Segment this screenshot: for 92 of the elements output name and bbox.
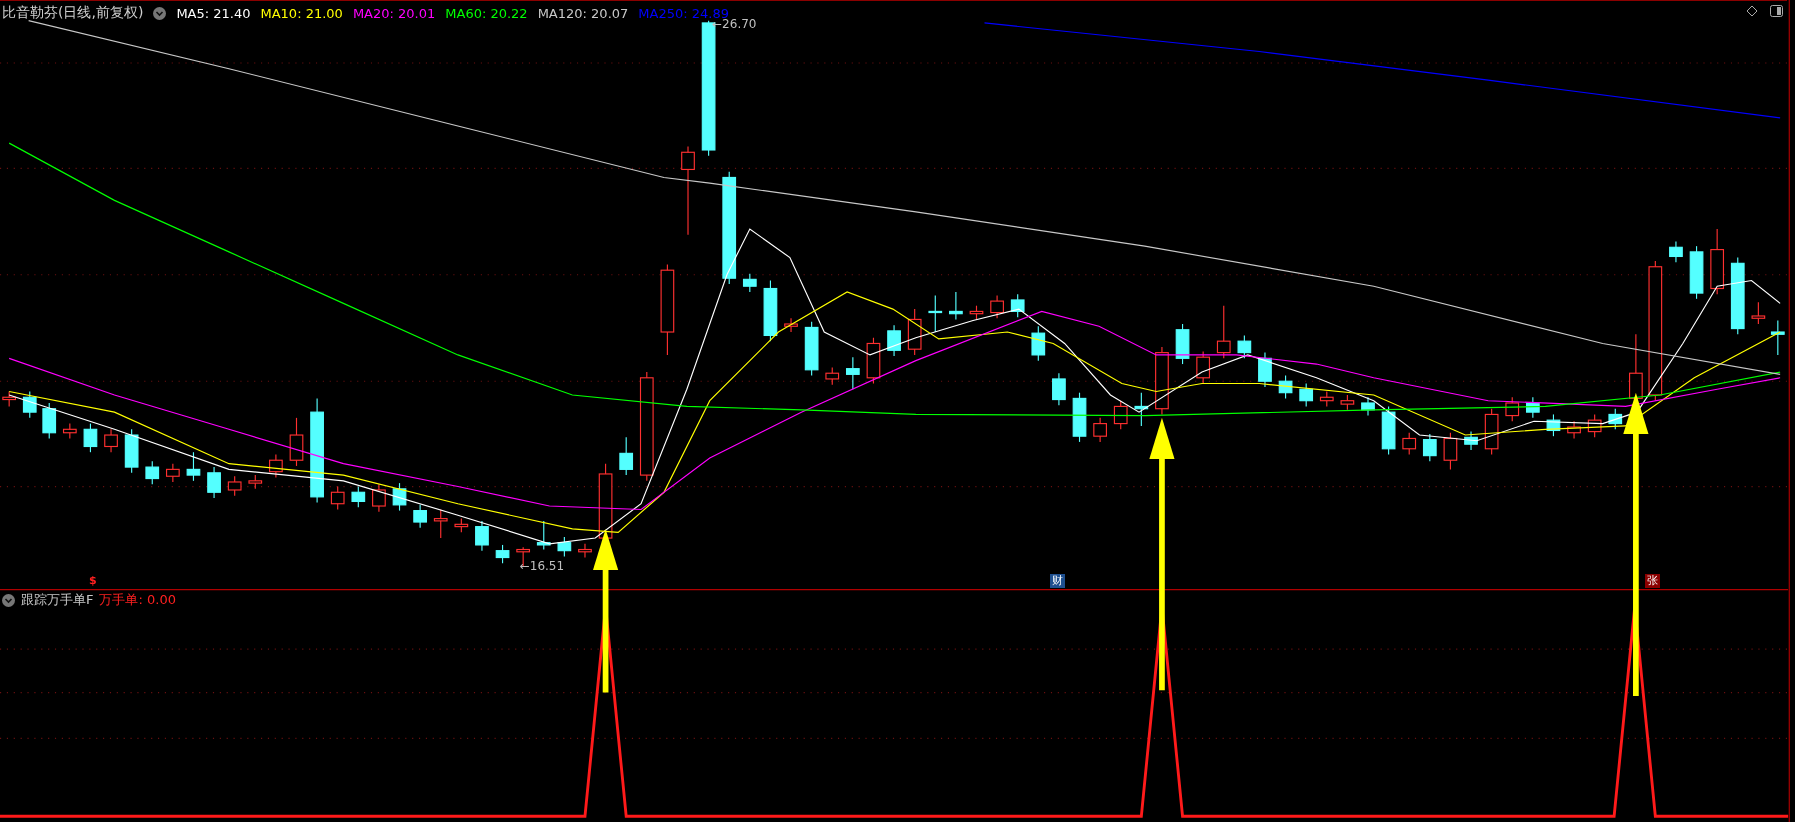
moving-average-legend: MA5: 21.40	[176, 5, 251, 21]
candlestick	[825, 366, 840, 386]
candlestick	[62, 423, 77, 440]
moving-average-legend: MA60: 20.22	[445, 5, 528, 21]
candlestick	[1113, 400, 1128, 430]
candlestick	[495, 544, 510, 564]
candlestick	[207, 466, 221, 499]
candlestick	[846, 356, 860, 390]
candlestick	[454, 518, 469, 533]
candlestick	[1608, 408, 1623, 430]
candlestick	[83, 423, 98, 453]
candlestick	[1175, 323, 1190, 365]
candlestick	[619, 436, 634, 476]
price-label: ←26.70	[712, 17, 757, 32]
chart-marker: 财	[1049, 573, 1065, 588]
candlestick	[1689, 245, 1704, 300]
dropdown-icon[interactable]	[2, 593, 15, 607]
candlestick	[1196, 350, 1210, 385]
candlestick	[186, 451, 201, 482]
candlestick	[1031, 325, 1046, 362]
candlestick	[1567, 420, 1581, 440]
candlestick	[1484, 408, 1499, 456]
candlestick	[124, 428, 139, 474]
candlestick	[1134, 392, 1149, 427]
indicator-title: 跟踪万手单F	[21, 591, 94, 609]
candlestick	[557, 536, 572, 557]
candlestick	[351, 486, 366, 508]
chart-title: 比音勒芬(日线,前复权)	[2, 4, 144, 22]
moving-average-legend: MA10: 21.00	[260, 5, 343, 21]
candlestick	[1319, 390, 1334, 407]
candlestick	[1464, 431, 1478, 451]
chart-marker: 张	[1645, 573, 1661, 588]
candlestick	[1299, 382, 1314, 407]
diamond-icon[interactable]	[1746, 5, 1758, 17]
candlestick	[1258, 352, 1272, 388]
candlestick	[1587, 413, 1602, 438]
candlestick	[928, 294, 943, 333]
candlestick	[289, 417, 304, 467]
candlestick	[1710, 228, 1724, 295]
candlestick	[1546, 413, 1561, 437]
candlestick	[1770, 320, 1785, 356]
candlestick	[1402, 432, 1417, 456]
candlestick	[330, 486, 345, 510]
candlestick	[1052, 372, 1066, 406]
candlestick	[1093, 417, 1107, 443]
moving-average-legend: MA20: 20.01	[352, 5, 436, 21]
candlestick	[1237, 334, 1252, 359]
candlestick	[990, 294, 1004, 319]
dropdown-icon[interactable]	[153, 6, 167, 20]
price-label: ←16.51	[519, 558, 565, 573]
candlestick	[1340, 394, 1355, 411]
candlestick	[392, 482, 407, 512]
candlestick	[887, 324, 901, 357]
candlestick	[248, 474, 263, 490]
candlestick	[969, 305, 984, 320]
candlestick	[413, 504, 427, 529]
candlestick	[1010, 293, 1025, 318]
candlestick	[1072, 392, 1087, 443]
panel-toggle-icon[interactable]	[1770, 5, 1783, 17]
candlestick	[866, 337, 881, 385]
candlestick	[145, 460, 160, 485]
candlestick	[1216, 305, 1231, 359]
indicator-value: 万手单: 0.00	[99, 591, 176, 609]
candlestick	[372, 483, 386, 513]
candlestick	[166, 463, 180, 483]
candlestick	[784, 317, 798, 333]
candlestick	[1278, 374, 1293, 399]
candlestick	[1526, 396, 1540, 419]
candlestick	[536, 520, 551, 551]
moving-average-legend: MA120: 20.07	[537, 5, 629, 21]
candlestick	[1751, 301, 1766, 325]
candlestick	[1422, 433, 1437, 462]
chart-marker: $	[88, 573, 98, 588]
candlestick	[1361, 396, 1375, 417]
candlestick	[104, 428, 118, 453]
candlestick	[227, 475, 242, 497]
candlestick	[475, 520, 489, 552]
candlestick	[1155, 346, 1169, 415]
candlestick	[763, 279, 778, 342]
candlestick	[1505, 396, 1520, 422]
candlestick	[804, 321, 819, 377]
candlestick	[907, 308, 922, 356]
candlestick	[742, 273, 757, 293]
candlestick	[1443, 432, 1458, 470]
candlestick	[1669, 241, 1683, 263]
candlestick	[42, 402, 57, 440]
candlestick	[1381, 405, 1396, 456]
candlestick	[269, 453, 283, 478]
candlestick	[578, 543, 592, 559]
candlestick	[22, 390, 37, 419]
candlestick	[949, 291, 963, 320]
candlestick	[433, 508, 448, 539]
